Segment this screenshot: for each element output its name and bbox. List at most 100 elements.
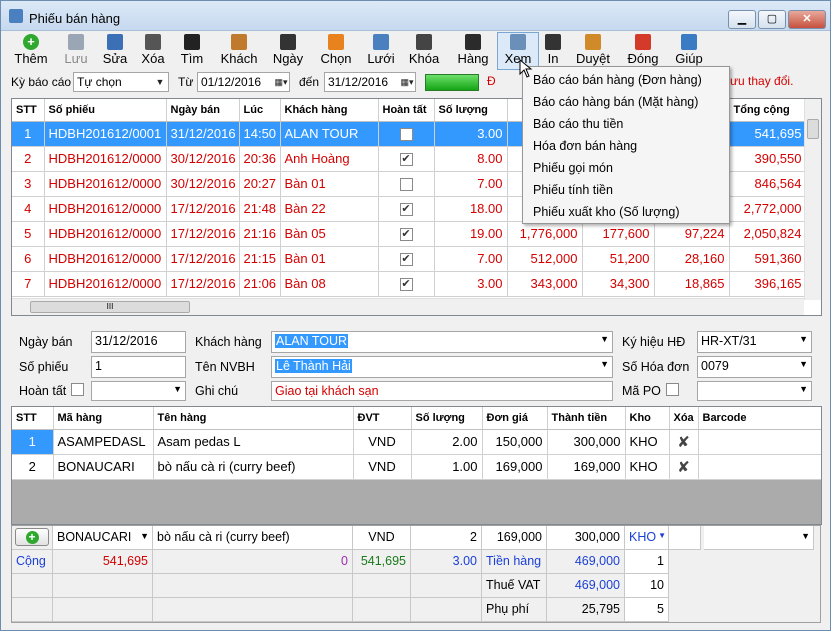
view-menu-item[interactable]: Báo cáo thu tiền	[533, 117, 623, 131]
empty-cell	[353, 574, 411, 598]
toolbar-grid-button[interactable]: Lưới	[361, 33, 401, 69]
to-date-picker[interactable]: 31/12/2016 ▦▾	[324, 72, 416, 92]
vat-rate-field[interactable]: 10	[625, 574, 669, 598]
entry-amount-field[interactable]: 300,000	[547, 526, 625, 550]
completed-checkbox[interactable]	[399, 128, 413, 142]
toolbar-print-button[interactable]: In	[539, 33, 567, 69]
view-menu-item[interactable]: Hóa đơn bán hàng	[533, 139, 637, 153]
view-menu-item[interactable]: Báo cáo hàng bán (Mặt hàng)	[533, 95, 698, 109]
orders-row[interactable]: 7 HDBH201612/0000 17/12/2016 21:06 Bàn 08 ✔ 3.…	[12, 271, 807, 297]
refresh-button[interactable]	[425, 74, 479, 91]
from-date-picker[interactable]: 01/12/2016 ▦▾	[197, 72, 290, 92]
view-menu-item[interactable]: Phiếu gọi món	[533, 161, 613, 175]
orders-column-header[interactable]: Ngày bán	[166, 99, 240, 122]
toolbar-edit-button[interactable]: Sửa	[98, 33, 132, 69]
orders-horizontal-scrollbar[interactable]: III	[12, 298, 804, 315]
po-select[interactable]: ▼	[697, 381, 812, 401]
entry-barcode-select[interactable]: ▼	[704, 526, 814, 550]
completed-checkbox[interactable]	[399, 178, 413, 192]
toolbar-approve-button[interactable]: Duyệt	[571, 33, 615, 69]
po-checkbox[interactable]	[666, 383, 679, 396]
orders-column-header[interactable]: Khách hàng	[280, 99, 379, 122]
details-column-header[interactable]: Barcode	[698, 407, 821, 430]
toolbar-power-button[interactable]: Đóng	[621, 33, 665, 69]
details-column-header[interactable]: Tên hàng	[153, 407, 354, 430]
toolbar-goods-button[interactable]: Hàng	[451, 33, 495, 69]
toolbar-select-button[interactable]: Chọn	[315, 33, 357, 69]
details-row[interactable]: 2 BONAUCARI bò nấu cà ri (curry beef) VND 1.…	[12, 454, 821, 480]
sale-date-field[interactable]: 31/12/2016	[91, 331, 186, 353]
toolbar-customer-button[interactable]: Khách	[217, 33, 261, 69]
row-slip-number: HDBH201612/0001	[44, 121, 167, 147]
orders-row[interactable]: 6 HDBH201612/0000 17/12/2016 21:15 Bàn 01 ✔ 7.…	[12, 246, 807, 272]
completed-checkbox[interactable]	[71, 383, 84, 396]
view-menu-item[interactable]: Phiếu xuất kho (Số lượng)	[533, 205, 680, 219]
entry-price-field[interactable]: 169,000	[482, 526, 547, 550]
details-column-header[interactable]: Mã hàng	[53, 407, 154, 430]
completed-checkbox[interactable]: ✔	[399, 203, 413, 217]
row-quantity: 19.00	[434, 221, 508, 247]
minimize-button[interactable]: ▁	[728, 10, 756, 29]
add-row-button[interactable]: +	[12, 526, 53, 550]
goods-amount-n[interactable]: 1	[625, 550, 669, 574]
note-field[interactable]: Giao tại khách sạn	[271, 381, 613, 401]
details-column-header[interactable]: Thành tiền	[547, 407, 626, 430]
details-column-header[interactable]: Kho	[625, 407, 670, 430]
completed-checkbox[interactable]: ✔	[399, 253, 413, 267]
delete-icon[interactable]: ✘	[677, 434, 690, 451]
calendar-icon: ▦▾	[274, 77, 288, 87]
details-row[interactable]: 1 ASAMPEDASL Asam pedas L VND 2.00 150,000 300…	[12, 429, 821, 455]
row-amount: 300,000	[547, 429, 626, 455]
entry-unit-field[interactable]: VND	[353, 526, 411, 550]
orders-column-header[interactable]: Số phiếu	[44, 99, 167, 122]
row-barcode	[698, 429, 821, 455]
view-menu-item[interactable]: Phiếu tính tiền	[533, 183, 613, 197]
row-amount: 343,000	[507, 271, 583, 297]
invoice-symbol-select[interactable]: HR-XT/31 ▼	[697, 331, 812, 353]
entry-qty-field[interactable]: 2	[411, 526, 482, 550]
staff-select[interactable]: Lê Thành Hải ▼	[271, 356, 613, 378]
window-title: Phiếu bán hàng	[29, 11, 121, 26]
orders-column-header[interactable]: STT	[12, 99, 45, 122]
orders-column-header[interactable]: Hoàn tất	[378, 99, 435, 122]
orders-column-header[interactable]: Số lượng	[434, 99, 508, 122]
toolbar-help-button[interactable]: Giúp	[669, 33, 709, 69]
completed-checkbox[interactable]: ✔	[399, 278, 413, 292]
details-column-header[interactable]: Xóa	[669, 407, 699, 430]
toolbar-find-button[interactable]: Tìm	[175, 33, 209, 69]
view-menu-item[interactable]: Báo cáo bán hàng (Đơn hàng)	[533, 73, 702, 87]
slip-number-field[interactable]: 1	[91, 356, 186, 378]
details-column-header[interactable]: Đơn giá	[482, 407, 548, 430]
orders-column-header[interactable]: Tổng cộng	[729, 99, 807, 122]
completed-checkbox[interactable]: ✔	[399, 228, 413, 242]
invoice-number-select[interactable]: 0079 ▼	[697, 356, 812, 378]
entry-code-select[interactable]: BONAUCARI ▼	[53, 526, 153, 550]
customer-select[interactable]: ALAN TOUR ▼	[271, 331, 613, 353]
entry-warehouse-select[interactable]: KHO ▼	[625, 526, 669, 550]
toolbar-lock-button[interactable]: Khóa	[405, 33, 443, 69]
toolbar-add-button[interactable]: + Thêm	[7, 33, 55, 69]
entry-name-field[interactable]: bò nấu cà ri (curry beef)	[153, 526, 353, 550]
period-select[interactable]: Tự chọn ▼	[73, 72, 169, 92]
entry-delete-cell[interactable]	[669, 526, 701, 550]
staff-label: Tên NVBH	[195, 360, 255, 374]
toolbar-delete-button[interactable]: Xóa	[138, 33, 168, 69]
toolbar-save-button[interactable]: Lưu	[57, 33, 95, 69]
close-button[interactable]: ✕	[788, 10, 826, 29]
scroll-thumb[interactable]: III	[30, 301, 190, 313]
orders-column-header[interactable]: Lúc	[239, 99, 281, 122]
orders-row[interactable]: 5 HDBH201612/0000 17/12/2016 21:16 Bàn 05 ✔ 19…	[12, 221, 807, 247]
maximize-button[interactable]: ▢	[758, 10, 786, 29]
delete-icon[interactable]: ✘	[677, 459, 690, 476]
details-column-header[interactable]: Số lượng	[411, 407, 483, 430]
completed-checkbox[interactable]: ✔	[399, 153, 413, 167]
scroll-thumb[interactable]	[807, 119, 819, 139]
surcharge-rate-field[interactable]: 5	[625, 598, 669, 622]
orders-vertical-scrollbar[interactable]	[804, 99, 821, 300]
details-column-header[interactable]: STT	[12, 407, 54, 430]
mouse-cursor-icon	[519, 59, 533, 78]
details-column-header[interactable]: ĐVT	[353, 407, 412, 430]
row-item-code: BONAUCARI	[53, 454, 154, 480]
toolbar-date-button[interactable]: Ngày	[267, 33, 309, 69]
completed-select[interactable]: ▼	[91, 381, 186, 401]
